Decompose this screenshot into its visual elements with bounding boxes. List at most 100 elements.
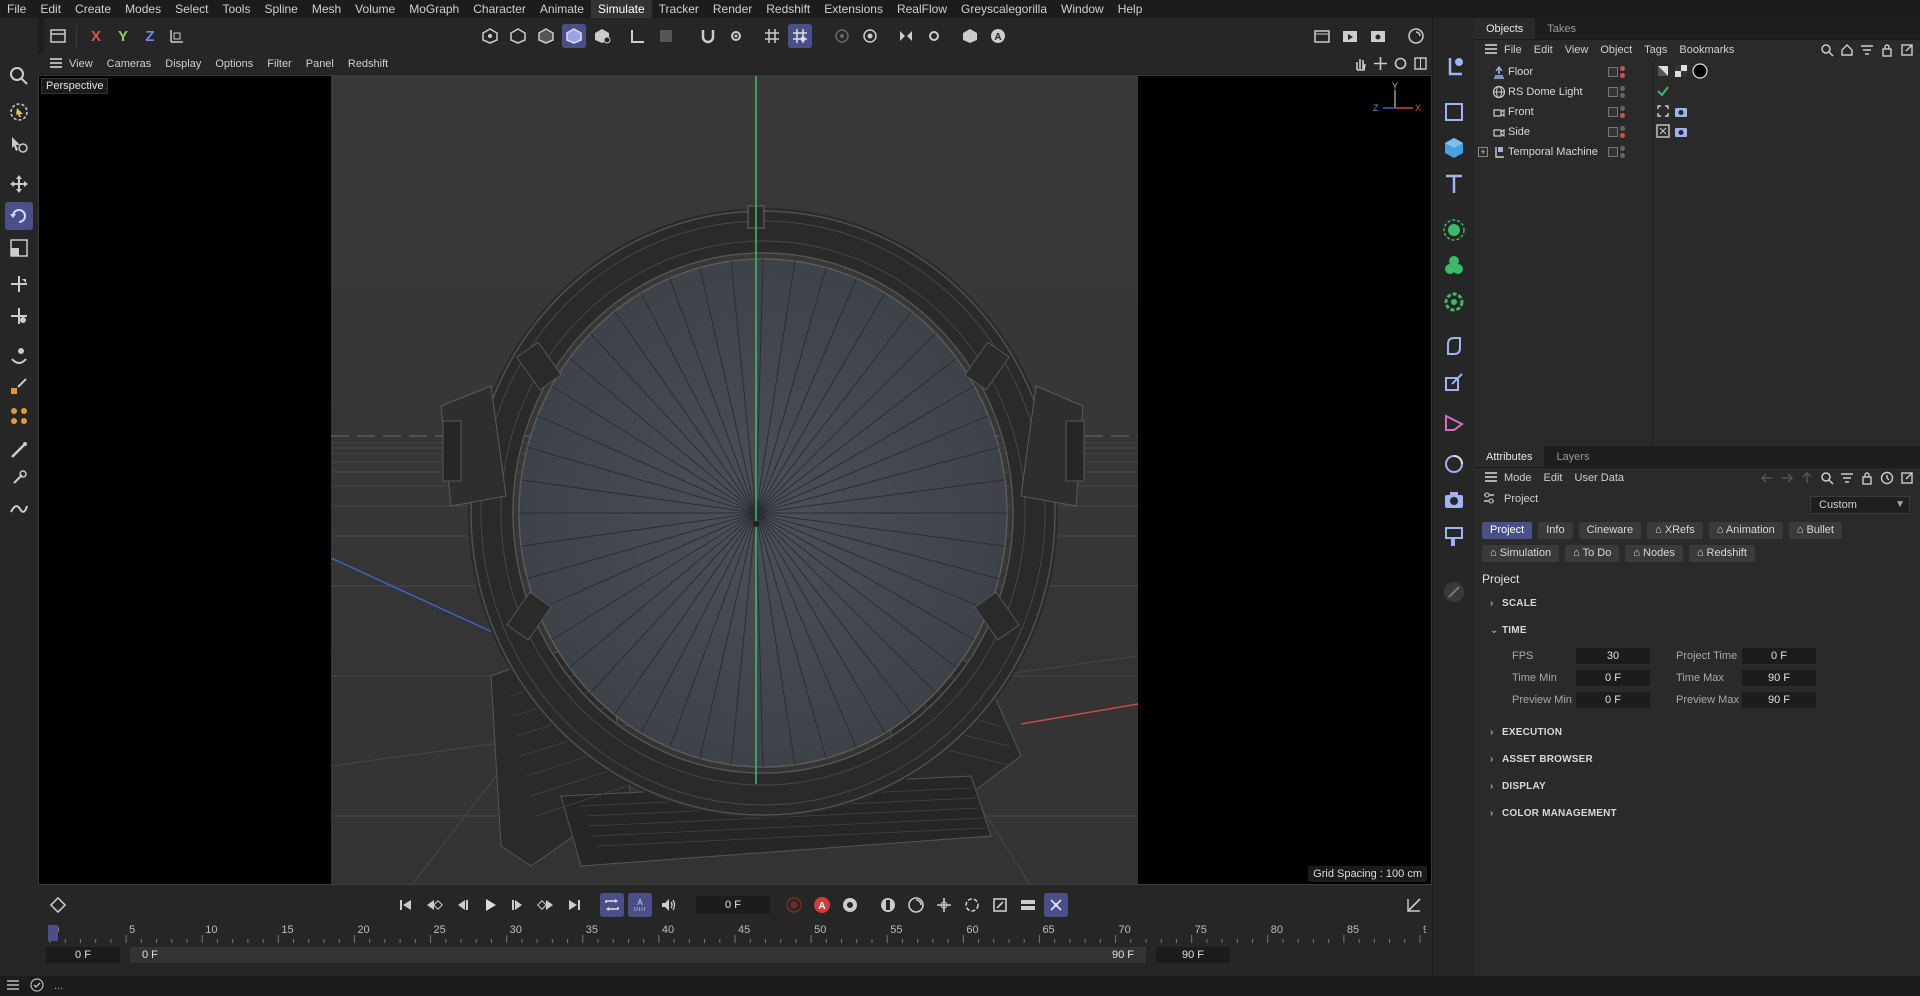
object-name[interactable]: Floor bbox=[1508, 66, 1533, 78]
menu-render[interactable]: Render bbox=[706, 0, 759, 18]
enabled-check-icon[interactable] bbox=[1656, 84, 1670, 101]
text-tool-icon[interactable] bbox=[1440, 170, 1468, 198]
attr-tab-info[interactable]: Info bbox=[1538, 522, 1573, 539]
material-tag-icon[interactable] bbox=[1674, 64, 1688, 81]
menu-character[interactable]: Character bbox=[466, 0, 533, 18]
menu-file[interactable]: File bbox=[0, 0, 33, 18]
object-name[interactable]: RS Dome Light bbox=[1508, 86, 1583, 98]
camera-label[interactable]: Perspective bbox=[41, 78, 109, 94]
new-window-icon[interactable] bbox=[1900, 471, 1914, 485]
deformer-icon[interactable] bbox=[1440, 332, 1468, 360]
axis-y-button[interactable]: Y bbox=[111, 24, 135, 48]
menu-edit[interactable]: Edit bbox=[33, 0, 68, 18]
history-icon[interactable] bbox=[1880, 471, 1894, 485]
menu-volume[interactable]: Volume bbox=[348, 0, 402, 18]
fps-field[interactable]: 30 bbox=[1576, 648, 1650, 664]
status-check-icon[interactable] bbox=[30, 977, 44, 995]
grid-snap-icon[interactable] bbox=[760, 24, 784, 48]
key-scale-icon[interactable] bbox=[988, 893, 1012, 917]
object-row-rs-dome-light[interactable]: RS Dome Light bbox=[1474, 82, 1920, 102]
new-window-icon[interactable] bbox=[1900, 43, 1914, 57]
keyframe-selection-icon[interactable] bbox=[838, 893, 862, 917]
fps-playback-icon[interactable]: A bbox=[628, 893, 652, 917]
search-icon[interactable] bbox=[1820, 43, 1834, 57]
attr-tab-xrefs[interactable]: ⌂ XRefs bbox=[1647, 522, 1703, 539]
render-settings-icon[interactable] bbox=[1366, 24, 1390, 48]
keyframe-diamond-icon[interactable] bbox=[46, 893, 70, 917]
axis-z-button[interactable]: Z bbox=[138, 24, 162, 48]
attr-tab-bullet[interactable]: ⌂ Bullet bbox=[1788, 522, 1842, 539]
render-icon[interactable] bbox=[1338, 24, 1362, 48]
up-arrow-icon[interactable] bbox=[1800, 471, 1814, 485]
menu-create[interactable]: Create bbox=[68, 0, 118, 18]
visibility-dots[interactable] bbox=[1620, 126, 1626, 138]
current-frame-field[interactable]: 0 F bbox=[696, 896, 770, 914]
layer-checkbox[interactable] bbox=[1608, 107, 1618, 117]
spline-points-icon[interactable] bbox=[5, 402, 33, 430]
key-position-icon[interactable] bbox=[876, 893, 900, 917]
perspective-viewport[interactable]: Y Z X Perspective Grid Spacing : 100 cm bbox=[38, 75, 1432, 885]
symmetry-icon[interactable] bbox=[894, 24, 918, 48]
next-key-icon[interactable] bbox=[534, 893, 558, 917]
record-disabled-icon[interactable] bbox=[782, 893, 806, 917]
attributes-menu-user-data[interactable]: User Data bbox=[1569, 472, 1631, 484]
filter-icon[interactable] bbox=[1840, 471, 1854, 485]
attributes-menu-mode[interactable]: Mode bbox=[1498, 472, 1538, 484]
menu-simulate[interactable]: Simulate bbox=[590, 0, 652, 18]
live-selection-icon[interactable] bbox=[5, 130, 33, 158]
tab-attributes[interactable]: Attributes bbox=[1474, 446, 1545, 467]
symmetry-settings-icon[interactable] bbox=[922, 24, 946, 48]
preview-max-field[interactable]: 90 F bbox=[1742, 692, 1816, 708]
project-time-field[interactable]: 0 F bbox=[1742, 648, 1816, 664]
status-menu-icon[interactable] bbox=[6, 979, 20, 994]
visibility-dots[interactable] bbox=[1620, 86, 1626, 98]
menu-realflow[interactable]: RealFlow bbox=[890, 0, 954, 18]
sky-icon[interactable] bbox=[1440, 522, 1468, 550]
rotate-tool-icon[interactable] bbox=[5, 202, 33, 230]
menu-tracker[interactable]: Tracker bbox=[652, 0, 706, 18]
coordinate-system-icon[interactable] bbox=[165, 24, 189, 48]
tab-layers[interactable]: Layers bbox=[1544, 446, 1601, 467]
cloner-icon[interactable] bbox=[1440, 216, 1468, 244]
playhead[interactable] bbox=[48, 925, 58, 941]
sculpt-tool-icon[interactable] bbox=[5, 464, 33, 492]
attr-tab-redshift[interactable]: ⌂ Redshift bbox=[1688, 545, 1755, 562]
menu-extensions[interactable]: Extensions bbox=[817, 0, 890, 18]
placement-tool-icon[interactable] bbox=[5, 302, 33, 330]
attributes-hamburger-icon[interactable] bbox=[1478, 471, 1498, 486]
cube-primitive-icon[interactable] bbox=[1440, 134, 1468, 162]
viewport-menu-redshift[interactable]: Redshift bbox=[341, 58, 395, 70]
camera-tag-icon[interactable] bbox=[1674, 104, 1688, 121]
forward-arrow-icon[interactable] bbox=[1780, 471, 1794, 485]
pan-hand-icon[interactable] bbox=[1353, 56, 1368, 71]
attr-tab-cineware[interactable]: Cineware bbox=[1578, 522, 1642, 539]
group-asset-browser[interactable]: › ASSET BROWSER bbox=[1490, 754, 1593, 765]
workplane-icon[interactable] bbox=[626, 24, 650, 48]
expand-plus-icon[interactable]: + bbox=[1478, 147, 1488, 157]
menu-select[interactable]: Select bbox=[168, 0, 215, 18]
undo-history-icon[interactable] bbox=[46, 24, 70, 48]
polygons-mode-icon[interactable] bbox=[562, 24, 586, 48]
lock-icon[interactable] bbox=[1860, 471, 1874, 485]
key-rotation-icon[interactable] bbox=[904, 893, 928, 917]
spline-pen-icon[interactable] bbox=[5, 494, 33, 522]
transform-tool-icon[interactable] bbox=[5, 270, 33, 298]
spline-generator-icon[interactable] bbox=[1440, 408, 1468, 436]
previous-frame-icon[interactable] bbox=[450, 893, 474, 917]
tab-objects[interactable]: Objects bbox=[1474, 18, 1536, 39]
key-rotate-icon[interactable] bbox=[960, 893, 984, 917]
range-start-outer-field[interactable]: 0 F bbox=[46, 947, 120, 963]
lasso-tool-icon[interactable] bbox=[1440, 52, 1468, 80]
filter-icon[interactable] bbox=[1860, 43, 1874, 57]
redshift-icon[interactable] bbox=[958, 24, 982, 48]
key-param-icon[interactable] bbox=[1016, 893, 1040, 917]
lock-icon[interactable] bbox=[1880, 43, 1894, 57]
camera-icon[interactable] bbox=[1440, 486, 1468, 514]
play-icon[interactable] bbox=[478, 893, 502, 917]
attr-tab-todo[interactable]: ⌂ To Do bbox=[1565, 545, 1620, 562]
menu-help[interactable]: Help bbox=[1111, 0, 1150, 18]
auto-icon[interactable]: A bbox=[986, 24, 1010, 48]
cube-outline-icon[interactable] bbox=[1440, 98, 1468, 126]
material-preview-icon[interactable] bbox=[1692, 62, 1708, 82]
autokey-icon[interactable]: A bbox=[810, 893, 834, 917]
